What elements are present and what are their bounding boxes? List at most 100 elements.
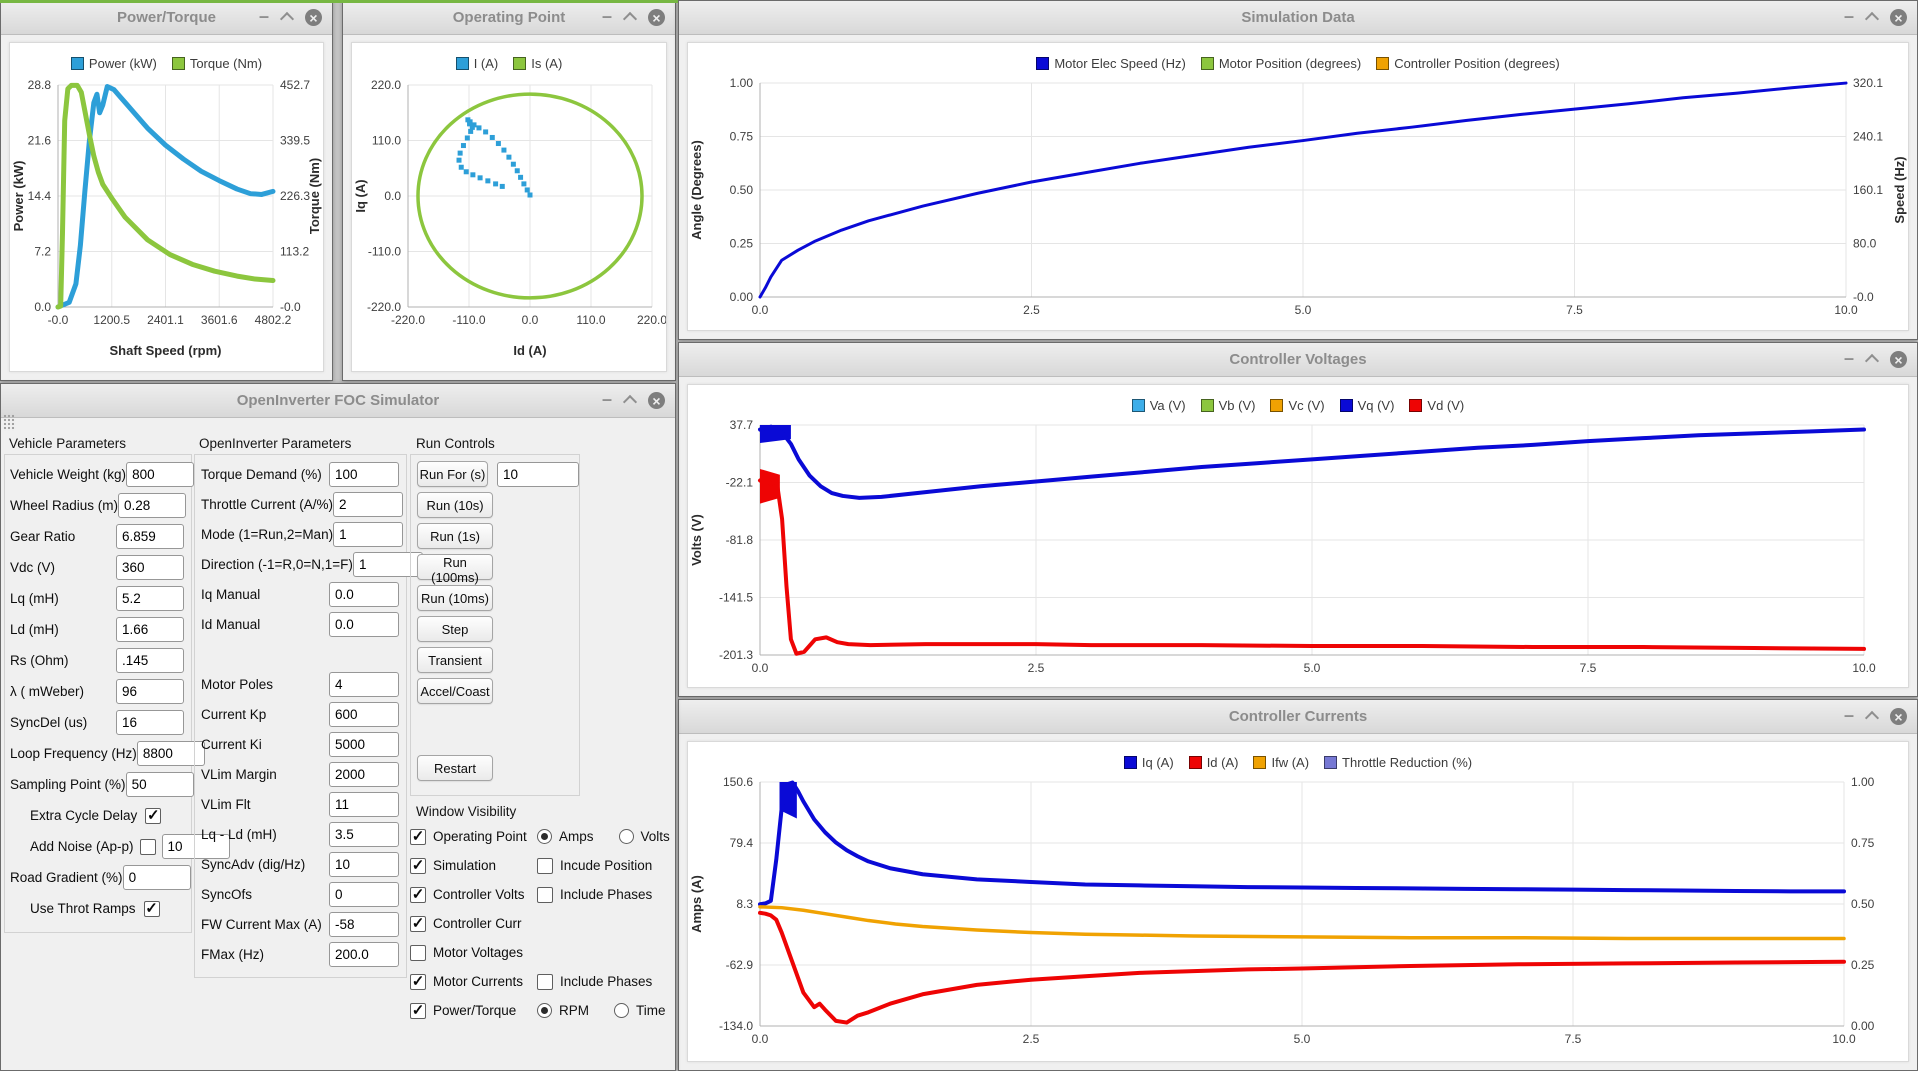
main-titlebar[interactable]: OpenInverter FOC Simulator xyxy=(1,384,675,418)
run-1s-button[interactable]: Run (1s) xyxy=(417,523,493,549)
param-input[interactable] xyxy=(116,617,184,642)
checked-checkbox[interactable] xyxy=(410,916,426,932)
restore-icon[interactable] xyxy=(1865,711,1879,725)
legend-item: Id (A) xyxy=(1189,755,1239,770)
param-input[interactable] xyxy=(329,792,399,817)
unchecked-checkbox[interactable] xyxy=(537,858,553,874)
simulation-data-titlebar[interactable]: Simulation Data xyxy=(679,1,1917,35)
param-input[interactable] xyxy=(329,912,399,937)
svg-text:240.1: 240.1 xyxy=(1853,130,1883,144)
window-controls xyxy=(1844,1,1907,34)
selected-radio[interactable] xyxy=(537,829,552,844)
param-input[interactable] xyxy=(126,772,194,797)
restore-icon[interactable] xyxy=(1865,12,1879,26)
param-input[interactable] xyxy=(329,762,399,787)
param-input[interactable] xyxy=(123,865,191,890)
minimize-icon[interactable] xyxy=(1844,706,1854,724)
param-row: Use Throt Ramps xyxy=(10,893,184,924)
param-input[interactable] xyxy=(329,852,399,877)
transient-button[interactable]: Transient xyxy=(417,647,493,673)
controller-currents-window: Controller Currents Iq (A)Id (A)Ifw (A)T… xyxy=(678,699,1918,1071)
radio-label: Time xyxy=(636,1003,666,1018)
close-icon[interactable] xyxy=(1890,9,1907,26)
param-row: Motor Poles xyxy=(201,669,399,699)
param-input[interactable] xyxy=(333,492,403,517)
selected-radio[interactable] xyxy=(537,1003,552,1018)
legend-swatch xyxy=(1201,399,1214,412)
param-label: Use Throt Ramps xyxy=(30,901,136,916)
power-torque-titlebar[interactable]: Power/Torque xyxy=(1,1,332,35)
checked-checkbox[interactable] xyxy=(410,829,426,845)
legend-label: Torque (Nm) xyxy=(190,56,262,71)
param-input[interactable] xyxy=(126,462,194,487)
run-10s-button[interactable]: Run (10s) xyxy=(417,492,493,518)
svg-text:0.75: 0.75 xyxy=(1851,836,1875,850)
legend-item: Throttle Reduction (%) xyxy=(1324,755,1472,770)
param-input[interactable] xyxy=(116,586,184,611)
checked-checkbox[interactable] xyxy=(410,858,426,874)
minimize-icon[interactable] xyxy=(602,7,612,25)
param-input[interactable] xyxy=(329,942,399,967)
visibility-row: Power/TorqueRPMTime xyxy=(410,996,674,1025)
minimize-icon[interactable] xyxy=(602,390,612,408)
restart-button[interactable]: Restart xyxy=(417,755,493,781)
unselected-radio[interactable] xyxy=(614,1003,629,1018)
param-input[interactable] xyxy=(329,672,399,697)
param-label: Throttle Current (A/%) xyxy=(201,497,333,512)
minimize-icon[interactable] xyxy=(1844,349,1854,367)
param-input[interactable] xyxy=(116,710,184,735)
step-button[interactable]: Step xyxy=(417,616,493,642)
minimize-icon[interactable] xyxy=(259,7,269,25)
close-icon[interactable] xyxy=(1890,708,1907,725)
unselected-radio[interactable] xyxy=(619,829,634,844)
restore-icon[interactable] xyxy=(280,12,294,26)
param-input[interactable] xyxy=(329,582,399,607)
toolbar-grip[interactable] xyxy=(3,414,16,431)
checked-checkbox[interactable] xyxy=(410,974,426,990)
unchecked-checkbox[interactable] xyxy=(537,974,553,990)
param-input[interactable] xyxy=(116,679,184,704)
window-title: Operating Point xyxy=(453,9,566,26)
param-input[interactable] xyxy=(116,648,184,673)
restore-icon[interactable] xyxy=(623,395,637,409)
close-icon[interactable] xyxy=(305,9,322,26)
param-input[interactable] xyxy=(116,524,184,549)
operating-point-titlebar[interactable]: Operating Point xyxy=(343,1,675,35)
param-label: VLim Margin xyxy=(201,767,329,782)
accel-coast-button[interactable]: Accel/Coast xyxy=(417,678,493,704)
checked-checkbox[interactable] xyxy=(410,887,426,903)
close-icon[interactable] xyxy=(648,9,665,26)
param-input[interactable] xyxy=(329,612,399,637)
close-icon[interactable] xyxy=(1890,351,1907,368)
param-input[interactable] xyxy=(329,882,399,907)
run-10ms-button[interactable]: Run (10ms) xyxy=(417,585,493,611)
run-for-seconds-input[interactable] xyxy=(497,462,579,487)
checked-checkbox[interactable] xyxy=(145,808,161,824)
restore-icon[interactable] xyxy=(623,12,637,26)
param-input[interactable] xyxy=(118,493,186,518)
run-100ms-button[interactable]: Run (100ms) xyxy=(417,554,493,580)
legend-item: Motor Elec Speed (Hz) xyxy=(1036,56,1186,71)
param-row: Add Noise (Ap-p) xyxy=(10,831,184,862)
unchecked-checkbox[interactable] xyxy=(537,887,553,903)
param-input[interactable] xyxy=(116,555,184,580)
unchecked-checkbox[interactable] xyxy=(410,945,426,961)
checked-checkbox[interactable] xyxy=(144,901,160,917)
close-icon[interactable] xyxy=(648,392,665,409)
controller-currents-titlebar[interactable]: Controller Currents xyxy=(679,700,1917,734)
param-input[interactable] xyxy=(329,462,399,487)
param-label: Loop Frequency (Hz) xyxy=(10,746,137,761)
unchecked-checkbox[interactable] xyxy=(140,839,156,855)
legend-label: Power (kW) xyxy=(89,56,157,71)
minimize-icon[interactable] xyxy=(1844,7,1854,25)
controller-voltages-titlebar[interactable]: Controller Voltages xyxy=(679,343,1917,377)
restore-icon[interactable] xyxy=(1865,354,1879,368)
param-row: Road Gradient (%) xyxy=(10,862,184,893)
param-input[interactable] xyxy=(329,822,399,847)
run-for-button[interactable]: Run For (s) xyxy=(417,461,488,487)
svg-text:7.5: 7.5 xyxy=(1565,1032,1582,1046)
checked-checkbox[interactable] xyxy=(410,1003,426,1019)
param-input[interactable] xyxy=(333,522,403,547)
param-input[interactable] xyxy=(329,732,399,757)
param-input[interactable] xyxy=(329,702,399,727)
